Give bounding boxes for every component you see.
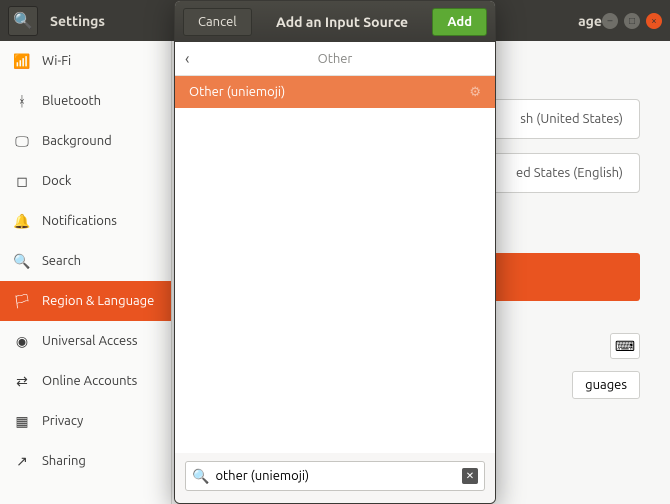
sidebar-item-wifi[interactable]: 📶 Wi-Fi xyxy=(0,41,171,81)
sidebar-item-notifications[interactable]: 🔔 Notifications xyxy=(0,201,171,241)
maximize-button[interactable]: □ xyxy=(624,13,640,29)
sidebar-item-online-accounts[interactable]: ⇄ Online Accounts xyxy=(0,361,171,401)
cancel-button[interactable]: Cancel xyxy=(183,8,252,36)
sidebar: 📶 Wi-Fi ᚼ Bluetooth 🖵 Background ◻ Dock 🔔 Not… xyxy=(0,41,172,504)
sidebar-item-label: Search xyxy=(42,254,81,268)
accounts-icon: ⇄ xyxy=(14,373,30,390)
search-field[interactable]: 🔍 ✕ xyxy=(185,461,485,491)
gear-icon[interactable]: ⚙ xyxy=(469,85,481,100)
sidebar-item-label: Region & Language xyxy=(42,294,154,308)
sidebar-item-label: Online Accounts xyxy=(42,374,137,388)
wifi-icon: 📶 xyxy=(14,53,30,70)
accessibility-icon: ◉ xyxy=(14,333,30,350)
search-icon: 🔍 xyxy=(192,468,209,485)
keyboard-layout-button[interactable]: ⌨ xyxy=(610,333,640,359)
input-source-list: Other (uniemoji) ⚙ xyxy=(175,76,495,453)
background-icon: 🖵 xyxy=(14,133,30,150)
close-button[interactable]: × xyxy=(646,13,662,29)
dialog-search-bar: 🔍 ✕ xyxy=(175,453,495,503)
search-icon: 🔍 xyxy=(13,11,33,30)
minimize-button[interactable]: – xyxy=(602,13,618,29)
sidebar-item-label: Universal Access xyxy=(42,334,137,348)
sidebar-item-search[interactable]: 🔍 Search xyxy=(0,241,171,281)
sidebar-item-label: Sharing xyxy=(42,454,86,468)
sidebar-item-label: Dock xyxy=(42,174,71,188)
dock-icon: ◻ xyxy=(14,173,30,190)
bell-icon: 🔔 xyxy=(14,213,30,230)
dialog-subheader: ‹ Other xyxy=(175,42,495,76)
dialog-title: Add an Input Source xyxy=(276,14,408,30)
clear-icon[interactable]: ✕ xyxy=(462,468,478,484)
page-title-suffix: age xyxy=(578,13,602,29)
sidebar-item-label: Notifications xyxy=(42,214,117,228)
sidebar-item-dock[interactable]: ◻ Dock xyxy=(0,161,171,201)
add-input-source-dialog: Cancel Add an Input Source Add ‹ Other O… xyxy=(174,0,496,504)
keyboard-icon: ⌨ xyxy=(615,338,635,355)
flag-icon: 🏳 xyxy=(14,293,30,310)
dialog-category: Other xyxy=(318,52,353,66)
list-item[interactable]: Other (uniemoji) ⚙ xyxy=(175,76,495,108)
sidebar-item-background[interactable]: 🖵 Background xyxy=(0,121,171,161)
sidebar-item-bluetooth[interactable]: ᚼ Bluetooth xyxy=(0,81,171,121)
bluetooth-icon: ᚼ xyxy=(14,93,30,109)
titlebar-search-button[interactable]: 🔍 xyxy=(8,6,38,36)
search-icon: 🔍 xyxy=(14,253,30,270)
search-input[interactable] xyxy=(215,469,456,483)
manage-languages-button[interactable]: guages xyxy=(572,371,640,399)
back-button[interactable]: ‹ xyxy=(185,50,190,68)
dialog-header: Cancel Add an Input Source Add xyxy=(175,1,495,42)
sidebar-item-universal-access[interactable]: ◉ Universal Access xyxy=(0,321,171,361)
sidebar-item-label: Wi-Fi xyxy=(42,54,71,68)
window-title: Settings xyxy=(50,13,105,29)
sidebar-item-label: Bluetooth xyxy=(42,94,101,108)
list-item-label: Other (uniemoji) xyxy=(189,85,285,99)
sidebar-item-sharing[interactable]: ↗ Sharing xyxy=(0,441,171,481)
add-button[interactable]: Add xyxy=(432,8,487,36)
sidebar-item-label: Privacy xyxy=(42,414,83,428)
share-icon: ↗ xyxy=(14,453,30,470)
sidebar-item-privacy[interactable]: ▦ Privacy xyxy=(0,401,171,441)
privacy-icon: ▦ xyxy=(14,413,30,430)
sidebar-item-label: Background xyxy=(42,134,112,148)
sidebar-item-region-language[interactable]: 🏳 Region & Language xyxy=(0,281,171,321)
